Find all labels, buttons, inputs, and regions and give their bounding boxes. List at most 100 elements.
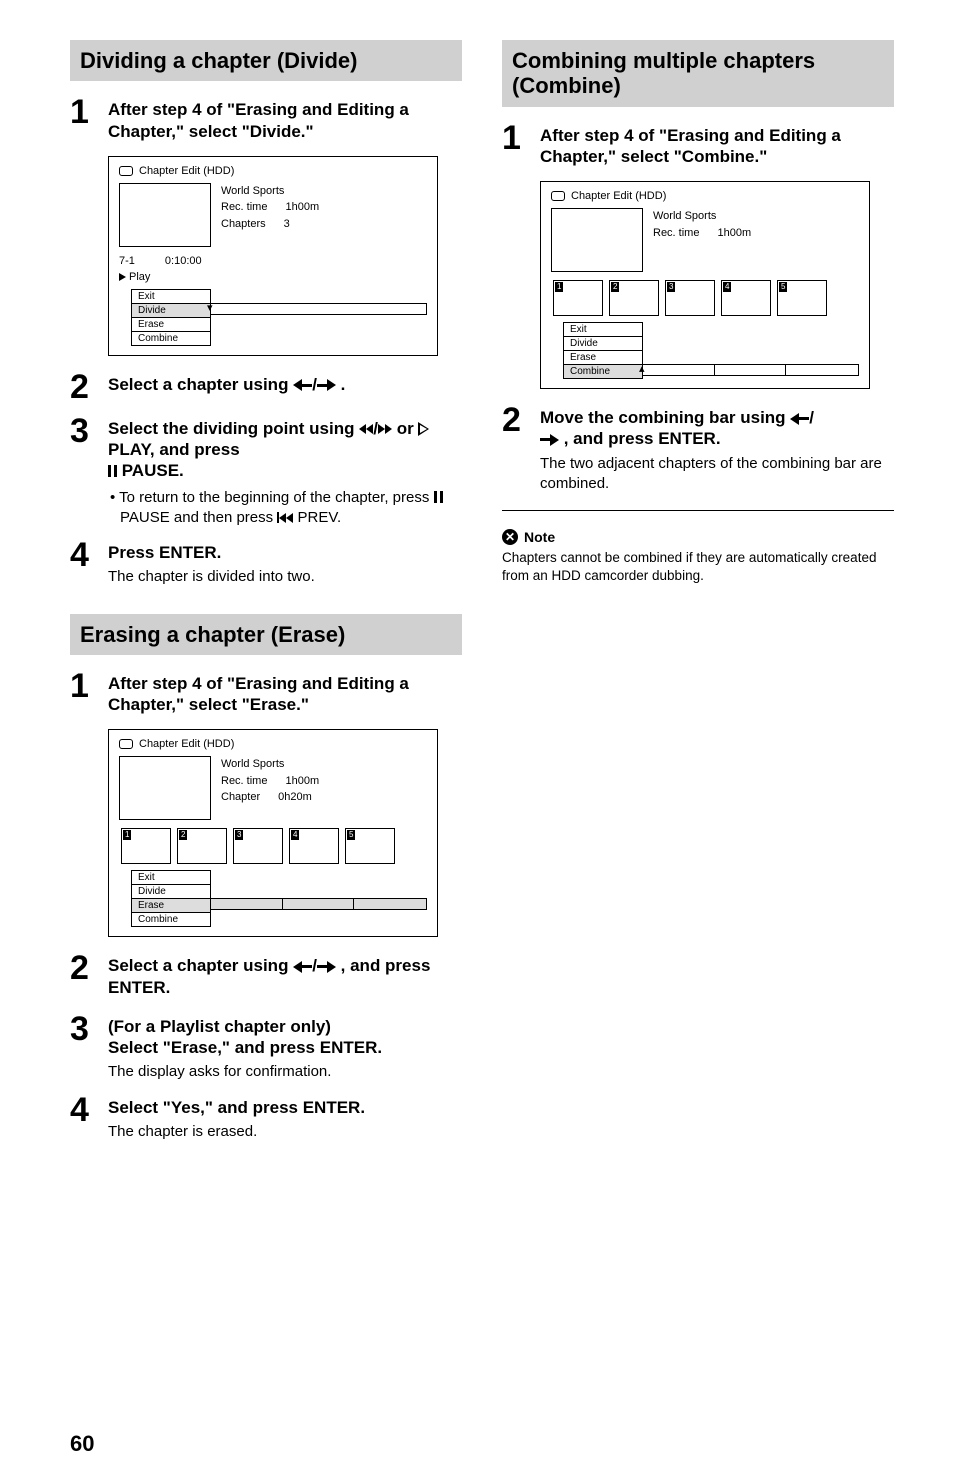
preview-thumbnail xyxy=(551,208,643,272)
chapters-label: Chapters xyxy=(221,216,266,233)
step-number: 1 xyxy=(70,95,94,129)
arrow-right-icon xyxy=(550,434,559,446)
step-number: 2 xyxy=(70,951,94,985)
chapter-thumb[interactable]: 1 xyxy=(553,280,603,316)
frame-id: 7-1 xyxy=(119,255,135,267)
chapter-value: 0h20m xyxy=(278,789,312,806)
chapter-thumb[interactable]: 3 xyxy=(665,280,715,316)
menu-exit[interactable]: Exit xyxy=(131,289,211,304)
combine-step-2: 2 Move the combining bar using / , and p… xyxy=(502,403,894,494)
chapter-thumbnails: 1 2 3 4 5 xyxy=(121,828,427,864)
erase-step-1: 1 After step 4 of "Erasing and Editing a… xyxy=(70,669,462,720)
hdd-icon xyxy=(551,191,565,201)
arrow-left-icon xyxy=(293,379,302,391)
combine-step-1: 1 After step 4 of "Erasing and Editing a… xyxy=(502,121,894,172)
note-body: Chapters cannot be combined if they are … xyxy=(502,549,894,585)
hdd-icon xyxy=(119,166,133,176)
screenshot-title: Chapter Edit (HDD) xyxy=(139,165,234,177)
chapter-thumb[interactable]: 4 xyxy=(721,280,771,316)
step-description: The chapter is divided into two. xyxy=(108,567,462,587)
play-outline-icon xyxy=(418,422,429,436)
rec-time-value: 1h00m xyxy=(717,225,751,242)
menu-erase[interactable]: Erase xyxy=(563,350,643,365)
step-number: 2 xyxy=(502,403,526,437)
step-bullet: • To return to the beginning of the chap… xyxy=(108,488,462,529)
step-number: 2 xyxy=(70,370,94,404)
chapter-thumb[interactable]: 5 xyxy=(345,828,395,864)
step-title: (For a Playlist chapter only) Select "Er… xyxy=(108,1016,462,1059)
play-label: Play xyxy=(129,271,150,283)
chapter-thumb[interactable]: 3 xyxy=(233,828,283,864)
divide-step-4: 4 Press ENTER. The chapter is divided in… xyxy=(70,538,462,588)
pause-icon xyxy=(108,465,117,477)
erase-step-2: 2 Select a chapter using / , and press E… xyxy=(70,951,462,1002)
rec-time-label: Rec. time xyxy=(653,225,699,242)
step-number: 1 xyxy=(70,669,94,703)
menu-combine[interactable]: Combine xyxy=(131,912,211,927)
menu-divide[interactable]: Divide xyxy=(131,884,211,899)
menu-erase[interactable]: Erase xyxy=(131,317,211,332)
hdd-icon xyxy=(119,739,133,749)
step-number: 1 xyxy=(502,121,526,155)
step-title: Select the dividing point using / or PLA… xyxy=(108,418,462,482)
rec-time-label: Rec. time xyxy=(221,773,267,790)
note-heading: ✕ Note xyxy=(502,529,894,545)
program-name: World Sports xyxy=(221,183,319,200)
page-number: 60 xyxy=(70,1431,94,1457)
screenshot-title: Chapter Edit (HDD) xyxy=(139,738,234,750)
preview-thumbnail xyxy=(119,183,211,247)
screenshot-title: Chapter Edit (HDD) xyxy=(571,190,666,202)
menu-exit[interactable]: Exit xyxy=(563,322,643,337)
menu-combine[interactable]: Combine xyxy=(563,364,643,379)
screenshot-divide: Chapter Edit (HDD) World Sports Rec. tim… xyxy=(108,156,438,356)
step-title: After step 4 of "Erasing and Editing a C… xyxy=(108,673,462,716)
context-menu: Exit Divide Erase Combine xyxy=(119,870,427,927)
chapter-thumb[interactable]: 5 xyxy=(777,280,827,316)
screenshot-combine: Chapter Edit (HDD) World Sports Rec. tim… xyxy=(540,181,870,389)
step-description: The two adjacent chapters of the combini… xyxy=(540,454,894,495)
chapter-thumb[interactable]: 2 xyxy=(609,280,659,316)
step-title: Select a chapter using / , and press ENT… xyxy=(108,955,462,998)
chapter-label: Chapter xyxy=(221,789,260,806)
chapter-thumb[interactable]: 2 xyxy=(177,828,227,864)
divider xyxy=(502,510,894,511)
menu-divide[interactable]: Divide xyxy=(131,303,211,318)
two-column-layout: Dividing a chapter (Divide) 1 After step… xyxy=(70,40,894,1152)
chapter-thumb[interactable]: 1 xyxy=(121,828,171,864)
chapter-thumbnails: 1 2 3 4 5 xyxy=(553,280,859,316)
step-number: 4 xyxy=(70,538,94,572)
program-name: World Sports xyxy=(221,756,319,773)
arrow-left-icon xyxy=(293,961,302,973)
menu-exit[interactable]: Exit xyxy=(131,870,211,885)
context-menu: Exit Divide Erase Combine ▴ xyxy=(551,322,859,379)
erase-step-3: 3 (For a Playlist chapter only) Select "… xyxy=(70,1012,462,1083)
arrow-right-icon xyxy=(327,379,336,391)
left-column: Dividing a chapter (Divide) 1 After step… xyxy=(70,40,462,1152)
menu-combine[interactable]: Combine xyxy=(131,331,211,346)
section-heading-divide: Dividing a chapter (Divide) xyxy=(70,40,462,81)
chapters-value: 3 xyxy=(284,216,290,233)
context-menu: Exit Divide ▾ Erase Combine xyxy=(119,289,427,346)
step-title: Select a chapter using / . xyxy=(108,374,462,395)
right-column: Combining multiple chapters (Combine) 1 … xyxy=(502,40,894,1152)
step-description: The display asks for confirmation. xyxy=(108,1062,462,1082)
step-number: 4 xyxy=(70,1093,94,1127)
prev-track-icon xyxy=(277,512,293,523)
chapter-thumb[interactable]: 4 xyxy=(289,828,339,864)
rec-time-label: Rec. time xyxy=(221,199,267,216)
menu-erase[interactable]: Erase xyxy=(131,898,211,913)
step-title: Select "Yes," and press ENTER. xyxy=(108,1097,462,1118)
step-title: After step 4 of "Erasing and Editing a C… xyxy=(540,125,894,168)
divide-step-1: 1 After step 4 of "Erasing and Editing a… xyxy=(70,95,462,146)
play-icon xyxy=(119,273,126,281)
rec-time-value: 1h00m xyxy=(285,773,319,790)
arrow-right-icon xyxy=(327,961,336,973)
rewind-icon xyxy=(359,424,373,434)
timecode: 0:10:00 xyxy=(165,255,202,267)
step-description: The chapter is erased. xyxy=(108,1122,462,1142)
divide-step-3: 3 Select the dividing point using / or P… xyxy=(70,414,462,528)
menu-divide[interactable]: Divide xyxy=(563,336,643,351)
step-title: Move the combining bar using / , and pre… xyxy=(540,407,894,450)
note-icon: ✕ xyxy=(502,529,518,545)
program-name: World Sports xyxy=(653,208,751,225)
